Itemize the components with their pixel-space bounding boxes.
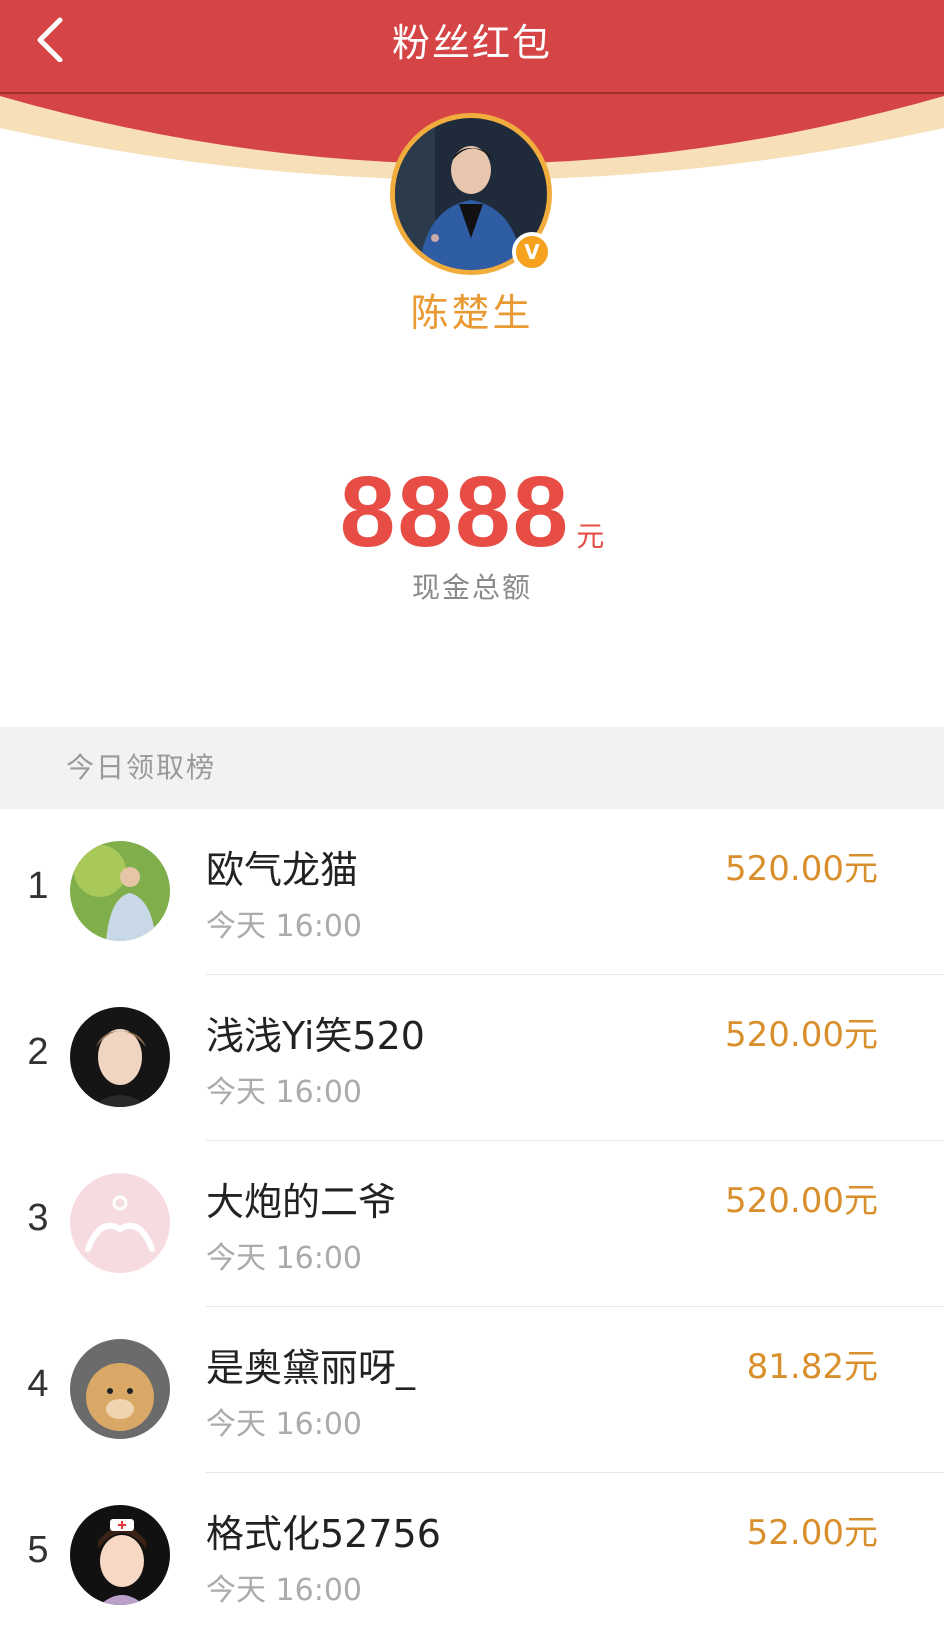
host-name: 陈楚生 [410, 291, 534, 335]
claim-amount: 81.82元 [746, 1347, 878, 1387]
user-name: 格式化52756 [206, 1512, 441, 1556]
page-title: 粉丝红包 [391, 21, 552, 65]
rank-number: 3 [27, 1197, 49, 1239]
user-avatar[interactable] [70, 841, 170, 941]
rank-number: 2 [27, 1031, 49, 1073]
leaderboard-row[interactable]: 2 浅浅Yi笑520 今天 16:00 520.00元 [0, 975, 944, 1141]
total-amount-label: 现金总额 [411, 571, 532, 604]
total-amount: 8888 元 [0, 455, 944, 570]
user-avatar[interactable] [70, 1173, 170, 1273]
user-name: 是奥黛丽呀_ [206, 1346, 416, 1390]
claim-amount: 52.00元 [746, 1513, 878, 1553]
claim-amount: 520.00元 [725, 1015, 878, 1055]
leaderboard-row[interactable]: 1 欧气龙猫 今天 16:00 520.00元 [0, 809, 944, 975]
leaderboard-title: 今日领取榜 [0, 727, 944, 809]
rank-number: 1 [27, 865, 49, 907]
user-avatar[interactable] [70, 1007, 170, 1107]
user-avatar[interactable] [70, 1339, 170, 1439]
leaderboard-row[interactable]: 4 是奥黛丽呀_ 今天 16:00 81.82元 [0, 1307, 944, 1473]
total-amount-value: 8888 [339, 456, 571, 568]
claim-time: 今天 16:00 [206, 1573, 362, 1608]
user-name: 大炮的二爷 [206, 1180, 397, 1224]
leaderboard-row[interactable]: 5 格式化52756 今天 16:00 52.00元 [0, 1473, 944, 1639]
total-amount-unit: 元 [576, 520, 605, 553]
rank-number: 4 [27, 1363, 49, 1405]
claim-time: 今天 16:00 [206, 909, 362, 944]
claim-amount: 520.00元 [725, 849, 878, 889]
user-name: 浅浅Yi笑520 [206, 1014, 425, 1058]
claim-time: 今天 16:00 [206, 1241, 362, 1276]
claim-amount: 520.00元 [725, 1181, 878, 1221]
claim-time: 今天 16:00 [206, 1075, 362, 1110]
verified-badge-icon: V [512, 232, 552, 272]
user-name: 欧气龙猫 [206, 848, 359, 892]
leaderboard-row[interactable]: 3 大炮的二爷 今天 16:00 520.00元 [0, 1141, 944, 1307]
rank-number: 5 [27, 1529, 49, 1571]
user-avatar[interactable] [70, 1505, 170, 1605]
claim-time: 今天 16:00 [206, 1407, 362, 1442]
